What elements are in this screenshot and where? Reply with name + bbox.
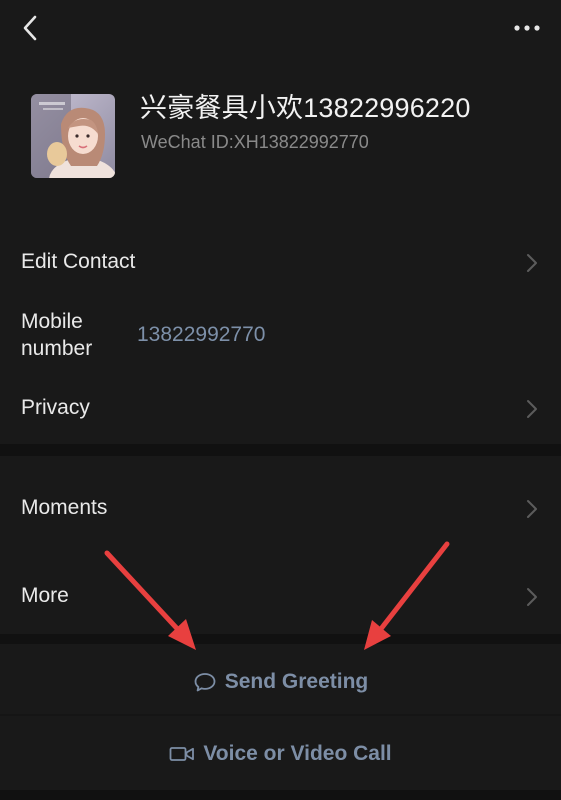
privacy-row[interactable]: Privacy	[0, 382, 561, 434]
mobile-number-value[interactable]: 13822992770	[137, 323, 265, 347]
bottom-strip	[0, 790, 561, 800]
mobile-number-row: Mobile number 13822992770	[0, 308, 561, 366]
section-divider	[0, 634, 561, 644]
back-button[interactable]	[12, 10, 48, 46]
wechat-id: WeChat ID:XH13822992770	[141, 132, 369, 152]
edit-contact-row[interactable]: Edit Contact	[0, 236, 561, 288]
contact-profile-screen: 兴豪餐具小欢13822996220 WeChat ID:XH1382299277…	[0, 0, 561, 800]
chevron-right-icon	[527, 254, 537, 272]
chevron-right-icon	[527, 400, 537, 418]
send-greeting-label: Send Greeting	[224, 670, 369, 693]
moments-label: Moments	[21, 496, 108, 519]
chevron-left-icon	[23, 15, 37, 41]
chevron-right-icon	[527, 500, 537, 518]
privacy-label: Privacy	[21, 396, 90, 419]
voice-video-call-button[interactable]: Voice or Video Call	[0, 728, 561, 780]
edit-contact-label: Edit Contact	[21, 250, 136, 273]
video-camera-icon	[169, 747, 195, 761]
send-greeting-button[interactable]: Send Greeting	[0, 656, 561, 708]
more-label: More	[21, 584, 69, 607]
top-bar	[0, 0, 561, 56]
more-row[interactable]: More	[0, 560, 561, 634]
moments-row[interactable]: Moments	[0, 470, 561, 546]
more-options-button[interactable]	[507, 10, 547, 46]
chevron-right-icon	[527, 588, 537, 606]
avatar-photo	[31, 94, 115, 178]
section-divider	[0, 444, 561, 456]
chat-bubble-icon	[194, 673, 216, 692]
ellipsis-icon	[514, 25, 540, 31]
action-divider	[0, 714, 561, 716]
mobile-number-label: Mobile number	[21, 310, 93, 360]
voice-video-call-label: Voice or Video Call	[203, 742, 392, 765]
profile-header: 兴豪餐具小欢13822996220 WeChat ID:XH1382299277…	[0, 56, 561, 226]
avatar[interactable]	[31, 94, 115, 178]
contact-name: 兴豪餐具小欢13822996220	[140, 93, 471, 123]
